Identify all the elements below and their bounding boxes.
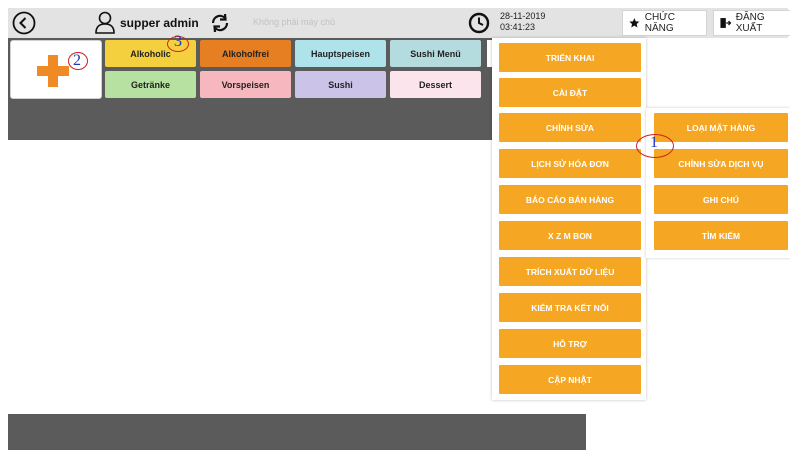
menu-item-label: HỖ TRỢ (553, 338, 587, 349)
pos-screen: supper admin Không phải máy chủ 28-11-20… (0, 0, 790, 450)
menu-item-label: CÀI ĐẶT (552, 87, 588, 98)
menu-item-label: X Z M BON (548, 230, 592, 241)
menu-item-label: CHỈNH SỬA (545, 122, 595, 133)
functions-label: CHỨC NĂNG (644, 12, 675, 34)
menu-item[interactable]: TRIỂN KHAI (499, 43, 641, 72)
add-category-button[interactable] (10, 40, 102, 99)
menu-item-label: TRÍCH XUẤT DỮ LIỆU (525, 266, 615, 277)
menu-item[interactable]: HỖ TRỢ (499, 329, 641, 358)
category-label: Vorspeisen (221, 79, 270, 90)
menu-item-label: KIỂM TRA KẾT NỐI (531, 302, 609, 313)
submenu-item[interactable]: LOẠI MẶT HÀNG (654, 113, 788, 142)
submenu-item[interactable]: GHI CHÚ (654, 185, 788, 214)
category-label: Getränke (130, 79, 171, 90)
category-button[interactable]: Dessert (390, 71, 481, 98)
submenu-item[interactable]: TÌM KIẾM (654, 221, 788, 250)
category-button[interactable]: Getränke (105, 71, 196, 98)
functions-button[interactable]: CHỨC NĂNG (622, 10, 707, 36)
category-label: Sushi (328, 79, 353, 90)
category-label: Alkoholfrei (221, 48, 269, 59)
submenu-item-label: CHỈNH SỬA DỊCH VỤ (678, 158, 764, 169)
category-button[interactable]: Sushi (295, 71, 386, 98)
date-text: 28-11-2019 (500, 11, 546, 21)
menu-item-label: LỊCH SỬ HÓA ĐƠN (531, 158, 609, 169)
menu-item[interactable]: X Z M BON (499, 221, 641, 250)
top-bar: supper admin Không phải máy chủ 28-11-20… (8, 8, 790, 38)
date-time: 28-11-2019 03:41:23 (500, 11, 545, 33)
logout-label: ĐĂNG XUẤT (735, 12, 765, 34)
footer-bar (8, 414, 586, 450)
category-button[interactable]: Vorspeisen (200, 71, 291, 98)
menu-item[interactable]: TRÍCH XUẤT DỮ LIỆU (499, 257, 641, 286)
menu-item[interactable]: CÀI ĐẶT (499, 78, 641, 107)
category-label: Hauptspeisen (310, 48, 370, 59)
menu-item[interactable]: KIỂM TRA KẾT NỐI (499, 293, 641, 322)
functions-menu: TRIỂN KHAI CÀI ĐẶT CHỈNH SỬA LỊCH SỬ HÓA… (492, 38, 646, 400)
menu-item[interactable]: LỊCH SỬ HÓA ĐƠN (499, 149, 641, 178)
category-label: Dessert (418, 79, 453, 90)
category-button[interactable]: Alkoholfrei (200, 40, 291, 67)
category-button[interactable]: Sushi Menü (390, 40, 481, 67)
annotation-2: 2 (73, 52, 81, 69)
logout-icon (720, 18, 731, 28)
submenu-item-label: LOẠI MẶT HÀNG (686, 122, 756, 133)
server-status: Không phải máy chủ (253, 17, 336, 27)
menu-item[interactable]: BÁO CÁO BÁN HÀNG (499, 185, 641, 214)
submenu-item-label: GHI CHÚ (703, 194, 739, 205)
submenu-item-label: TÌM KIẾM (701, 230, 741, 241)
star-icon (629, 18, 640, 28)
menu-item[interactable]: CẬP NHẬT (499, 365, 641, 394)
category-label: Alkoholic (130, 48, 171, 59)
menu-item-label: BÁO CÁO BÁN HÀNG (525, 194, 615, 205)
annotation-3: 3 (174, 33, 182, 50)
user-icon (94, 11, 116, 35)
category-label: Sushi Menü (410, 48, 461, 59)
time-text: 03:41:23 (500, 22, 536, 32)
menu-item-label: TRIỂN KHAI (545, 52, 595, 63)
edit-submenu: LOẠI MẶT HÀNG CHỈNH SỬA DỊCH VỤ GHI CHÚ … (646, 108, 790, 258)
submenu-item[interactable]: CHỈNH SỬA DỊCH VỤ (654, 149, 788, 178)
annotation-1: 1 (650, 134, 658, 151)
back-icon[interactable] (12, 11, 36, 35)
menu-item-label: CẬP NHẬT (548, 374, 592, 385)
category-button[interactable]: Hauptspeisen (295, 40, 386, 67)
sync-icon[interactable] (208, 11, 232, 35)
plus-icon (37, 55, 69, 87)
logout-button[interactable]: ĐĂNG XUẤT (713, 10, 790, 36)
clock-icon (468, 12, 490, 34)
menu-item[interactable]: CHỈNH SỬA (499, 113, 641, 142)
user-name: supper admin (120, 16, 199, 30)
